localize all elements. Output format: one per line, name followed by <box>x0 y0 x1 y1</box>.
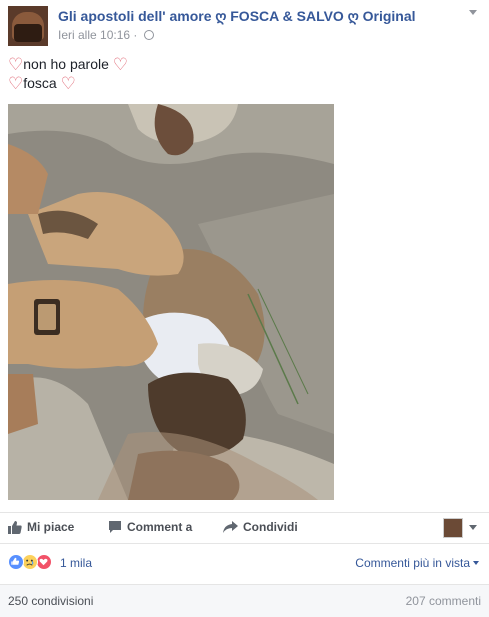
like-reaction-icon[interactable] <box>8 554 24 570</box>
page-avatar[interactable] <box>8 6 48 46</box>
shares-count[interactable]: 250 condivisioni <box>8 594 93 608</box>
post-card: Gli apostoli dell' amore ღ FOSCA & SALVO… <box>0 0 489 617</box>
caret-down-icon <box>473 561 479 565</box>
post-header: Gli apostoli dell' amore ღ FOSCA & SALVO… <box>8 6 478 48</box>
post-text-line: ♡fosca ♡ <box>8 74 76 93</box>
share-arrow-icon <box>223 521 238 533</box>
meta-separator: · <box>133 28 138 42</box>
chevron-down-icon[interactable] <box>469 525 477 530</box>
identity-selector-avatar[interactable] <box>443 518 463 538</box>
post-text-line: ♡non ho parole ♡ <box>8 55 129 74</box>
like-button[interactable]: Mi piace <box>8 520 74 534</box>
comment-bubble-icon <box>109 521 121 533</box>
comment-label: Comment a <box>127 520 193 534</box>
post-text: non ho parole <box>23 56 109 72</box>
reaction-count[interactable]: 1 mila <box>60 556 92 570</box>
post-action-bar: Mi piace Comment a Condividi <box>0 512 489 544</box>
rescue-photo-illustration <box>8 104 334 500</box>
comment-button[interactable]: Comment a <box>108 520 192 534</box>
share-label: Condividi <box>243 520 298 534</box>
post-options-chevron-icon[interactable] <box>469 10 477 15</box>
comments-count[interactable]: 207 commenti <box>406 594 481 608</box>
globe-icon <box>143 30 154 40</box>
share-button[interactable]: Condividi <box>223 520 298 534</box>
sad-reaction-icon[interactable] <box>22 554 38 570</box>
post-photo[interactable] <box>8 104 334 500</box>
reactions-bar: 1 mila Commenti più in vista <box>0 548 489 578</box>
post-text: fosca <box>23 75 57 91</box>
heart-icon: ♡ <box>112 55 129 74</box>
post-timestamp[interactable]: Ieri alle 10:16 <box>58 28 130 42</box>
thumbs-up-icon <box>8 521 22 534</box>
love-reaction-icon[interactable] <box>36 554 52 570</box>
like-label: Mi piace <box>27 520 75 534</box>
comment-sort-label: Commenti più in vista <box>355 556 470 570</box>
comment-sort-dropdown[interactable]: Commenti più in vista <box>355 556 479 570</box>
heart-icon: ♡ <box>8 55 24 74</box>
post-meta: Ieri alle 10:16 · <box>58 28 154 42</box>
post-stats-footer: 250 condivisioni 207 commenti <box>0 584 489 617</box>
heart-icon: ♡ <box>60 74 76 93</box>
page-name-link[interactable]: Gli apostoli dell' amore ღ FOSCA & SALVO… <box>58 8 416 25</box>
heart-icon: ♡ <box>8 74 24 93</box>
